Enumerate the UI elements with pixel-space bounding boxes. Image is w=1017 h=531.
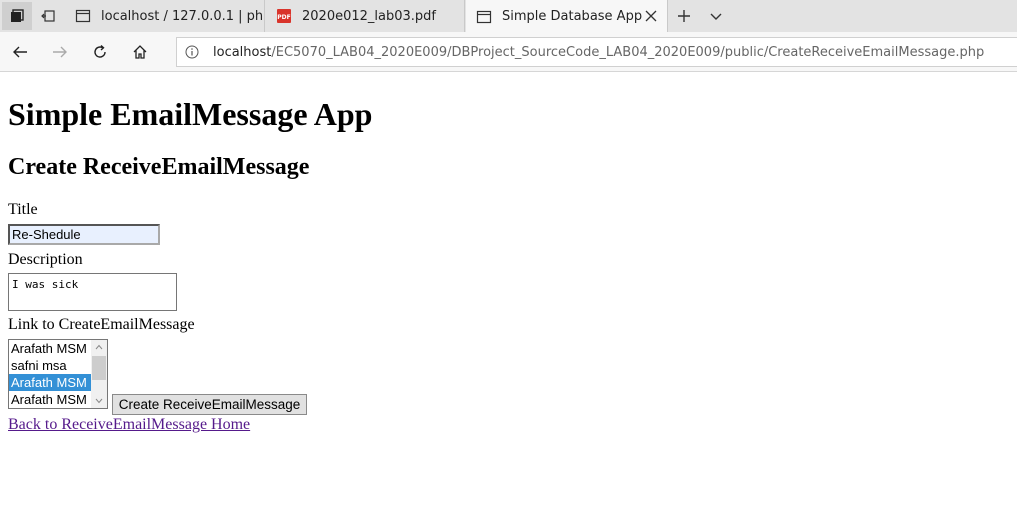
- app-title: Simple EmailMessage App: [8, 96, 373, 132]
- email-message-listbox[interactable]: Arafath MSM safni msa Arafath MSM Arafat…: [8, 339, 108, 409]
- tab-pdf[interactable]: PDF 2020e012_lab03.pdf: [266, 0, 465, 32]
- scroll-thumb[interactable]: [92, 356, 106, 380]
- tab-label: localhost / 127.0.0.1 | phpM: [101, 8, 265, 24]
- tabs-aside-icon: [41, 10, 55, 22]
- tab-simple-database-app[interactable]: Simple Database App: [466, 0, 668, 33]
- listbox-scrollbar[interactable]: [91, 340, 107, 408]
- tab-list-button[interactable]: [704, 4, 728, 28]
- pdf-icon: PDF: [277, 9, 291, 23]
- listbox-option[interactable]: Arafath MSM: [9, 391, 92, 408]
- tab-aside-button[interactable]: [33, 2, 63, 30]
- info-icon: [185, 45, 199, 59]
- refresh-icon: [94, 44, 106, 58]
- page-content: Simple EmailMessage App Create ReceiveEm…: [0, 73, 1017, 531]
- title-label: Title: [8, 201, 38, 218]
- page-icon: [75, 9, 91, 23]
- page-icon: [476, 10, 492, 23]
- tab-phpmyadmin[interactable]: localhost / 127.0.0.1 | phpM: [65, 0, 265, 32]
- arrow-left-icon: [13, 46, 27, 58]
- title-input[interactable]: Re-Shedule: [8, 224, 160, 245]
- url-host: localhost: [213, 44, 272, 60]
- listbox-option-selected[interactable]: Arafath MSM: [9, 374, 92, 391]
- listbox-option[interactable]: safni msa: [9, 357, 92, 374]
- tab-actions-button[interactable]: [2, 2, 32, 30]
- create-receive-email-message-button[interactable]: Create ReceiveEmailMessage: [112, 394, 307, 415]
- close-tab-button[interactable]: [643, 8, 659, 24]
- scroll-up-button[interactable]: [91, 340, 107, 354]
- back-home-link[interactable]: Back to ReceiveEmailMessage Home: [8, 416, 250, 434]
- plus-icon: [678, 10, 690, 22]
- url-path: /EC5070_LAB04_2020E009/DBProject_SourceC…: [271, 44, 985, 60]
- description-textarea[interactable]: I was sick: [8, 273, 177, 311]
- browser-tab-bar: localhost / 127.0.0.1 | phpM PDF 2020e01…: [0, 0, 1017, 33]
- pdf-icon-text: PDF: [277, 14, 290, 21]
- chevron-up-icon: [95, 344, 103, 350]
- tab-label: 2020e012_lab03.pdf: [302, 8, 436, 24]
- back-button[interactable]: [6, 38, 34, 66]
- refresh-button[interactable]: [86, 38, 114, 66]
- arrow-right-icon: [53, 46, 67, 58]
- tab-actions-icon: [11, 9, 24, 22]
- tab-label: Simple Database App: [502, 9, 643, 24]
- listbox-option[interactable]: Arafath MSM: [9, 340, 92, 357]
- chevron-down-icon: [95, 398, 103, 404]
- scroll-down-button[interactable]: [91, 394, 107, 408]
- forward-button[interactable]: [46, 38, 74, 66]
- close-icon: [645, 10, 657, 22]
- description-label: Description: [8, 251, 83, 268]
- address-bar[interactable]: localhost/EC5070_LAB04_2020E009/DBProjec…: [176, 37, 1017, 67]
- form-title: Create ReceiveEmailMessage: [8, 154, 310, 180]
- browser-nav-bar: localhost/EC5070_LAB04_2020E009/DBProjec…: [0, 32, 1017, 72]
- home-icon: [133, 45, 147, 59]
- new-tab-button[interactable]: [672, 4, 696, 28]
- home-button[interactable]: [126, 38, 154, 66]
- link-label: Link to CreateEmailMessage: [8, 316, 195, 333]
- chevron-down-icon: [710, 13, 722, 20]
